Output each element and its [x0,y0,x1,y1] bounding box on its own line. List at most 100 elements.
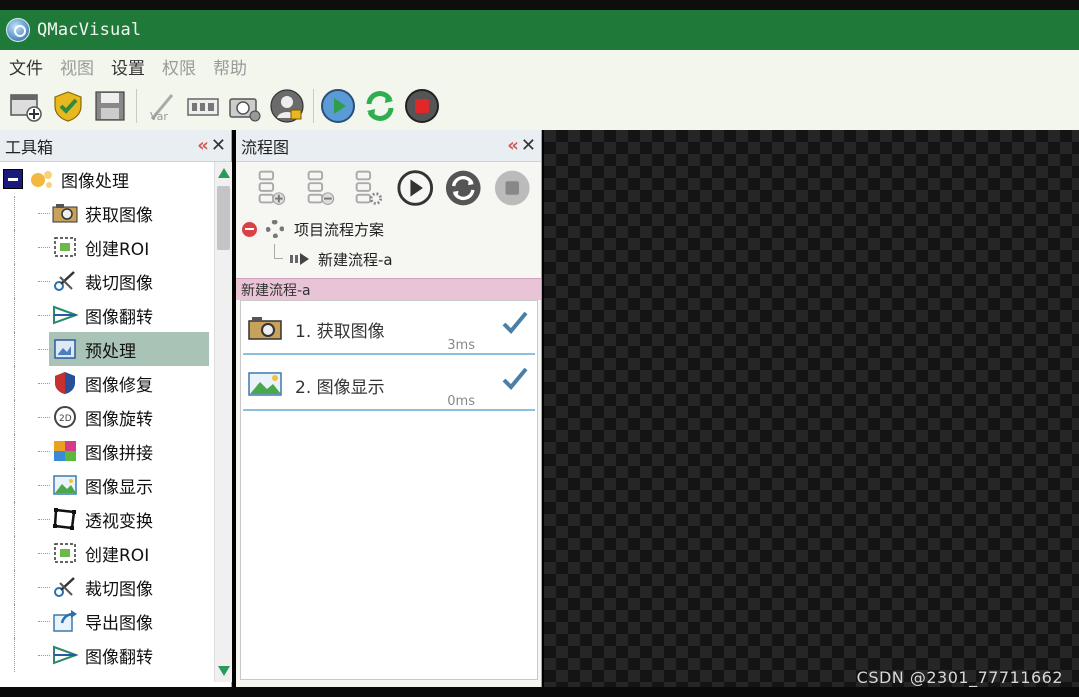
flow-step[interactable]: 2. 图像显示 0ms [243,357,535,411]
io-card-icon [187,98,219,116]
tool-item-preprocess[interactable]: 预处理 [0,332,214,366]
remove-flow-icon[interactable] [299,168,338,208]
tree-root-label: 图像处理 [61,171,129,192]
camera-settings-button[interactable] [227,86,263,126]
collapse-panel-icon[interactable]: « [197,135,208,156]
flow-step[interactable]: 1. 获取图像 3ms [243,301,535,355]
main-toolbar: Var [0,82,1079,130]
flow-header: 流程图 « ✕ [236,130,541,162]
run-once-button[interactable] [320,86,356,126]
bottom-edge [0,687,1079,697]
tool-item-crop-image-2[interactable]: 裁切图像 [0,570,214,604]
app-logo-icon [6,18,30,42]
stop-icon [405,89,439,123]
scissors-icon [54,271,75,291]
menu-settings[interactable]: 设置 [111,54,145,79]
top-edge [0,0,1079,10]
roi-icon [54,237,76,257]
toolbar-separator [136,89,137,123]
open-project-button[interactable] [50,86,86,126]
tool-item-create-roi[interactable]: 创建ROI [0,230,214,264]
check-icon [502,367,528,390]
tool-item-flip-image-2[interactable]: 图像翻转 [0,638,214,672]
project-node[interactable]: 项目流程方案 [236,214,541,244]
camera-icon [52,204,78,223]
export-icon [53,610,77,632]
collapse-node-icon[interactable] [3,169,23,189]
stop-button[interactable] [404,86,440,126]
menu-file[interactable]: 文件 [9,54,43,79]
title-bar: QMacVisual [0,10,1079,50]
image-icon [248,372,282,396]
tool-item-acquire-image[interactable]: 获取图像 [0,196,214,230]
tool-item-display-image[interactable]: 图像显示 [0,468,214,502]
app-title: QMacVisual [37,20,142,40]
menu-view[interactable]: 视图 [60,54,94,79]
user-lock-icon [270,89,304,123]
watermark: CSDN @2301_77711662 [856,668,1063,687]
variable-button[interactable]: Var [143,86,179,126]
toolbox-header: 工具箱 « ✕ [0,130,231,162]
run-loop-button[interactable] [362,86,398,126]
tool-item-export-image[interactable]: 导出图像 [0,604,214,638]
flow-settings-icon[interactable] [347,168,386,208]
close-panel-icon[interactable]: ✕ [211,135,226,156]
flow-toolbar [236,162,541,214]
shield-icon [55,372,75,394]
run-flow-icon[interactable] [396,168,435,208]
collapse-project-icon[interactable] [242,221,257,237]
open-shield-icon [54,91,82,122]
sub-flow-node[interactable]: 新建流程-a [236,244,541,274]
image-processing-icon [31,171,52,188]
svg-text:Var: Var [150,110,168,123]
tool-item-perspective-transform[interactable]: 透视变换 [0,502,214,536]
perspective-icon [53,508,76,530]
flow-step-time: 3ms [447,338,475,353]
menu-help[interactable]: 帮助 [213,54,247,79]
tree-root-image-processing[interactable]: 图像处理 [0,162,214,196]
tool-item-repair-image[interactable]: 图像修复 [0,366,214,400]
toolbox-title: 工具箱 [5,137,54,157]
close-panel-icon[interactable]: ✕ [521,135,536,156]
menu-permissions[interactable]: 权限 [162,54,196,79]
flow-step-time: 0ms [447,394,475,409]
scissors-icon [54,577,75,597]
stop-flow-icon[interactable] [493,168,532,208]
scroll-thumb[interactable] [217,186,230,250]
tool-item-flip-image[interactable]: 图像翻转 [0,298,214,332]
save-icon [95,91,125,121]
flow-title: 流程图 [241,137,290,157]
play-icon [321,89,355,123]
image-icon [53,475,77,495]
new-project-icon [10,94,42,122]
variable-icon: Var [150,94,174,123]
scroll-down-icon[interactable] [218,666,230,676]
flow-step-label: 2. 图像显示 [295,378,385,398]
tool-tree: 图像处理 获取图像 创建ROI 裁切图像 图像翻转 预处理 图像修复 2D 图像… [0,162,214,682]
tool-item-rotate-image[interactable]: 2D 图像旋转 [0,400,214,434]
add-flow-icon[interactable] [250,168,289,208]
collapse-panel-icon[interactable]: « [507,135,518,156]
image-display-canvas[interactable]: CSDN @2301_77711662 [544,130,1079,687]
user-permission-button[interactable] [269,86,305,126]
tool-item-create-roi-2[interactable]: 创建ROI [0,536,214,570]
flow-step-label: 1. 获取图像 [295,322,385,342]
toolbar-separator [313,89,314,123]
tool-item-stitch-image[interactable]: 图像拼接 [0,434,214,468]
toolbox-scrollbar[interactable] [214,162,232,682]
gear-icon [266,220,284,238]
menu-bar: 文件 视图 设置 权限 帮助 [0,50,1079,82]
new-project-button[interactable] [8,86,44,126]
flow-step-list: 1. 获取图像 3ms 2. 图像显示 0ms [240,300,538,680]
rotate-icon: 2D [54,406,76,428]
loop-icon [366,91,394,121]
project-label: 项目流程方案 [294,220,385,239]
save-button[interactable] [92,86,128,126]
flow-panel: 流程图 « ✕ 项目流程方案 新建流程-a 新建流程-a 1. 获取图像 3ms… [236,130,542,687]
tool-item-crop-image[interactable]: 裁切图像 [0,264,214,298]
flow-tab[interactable]: 新建流程-a [236,278,541,300]
scroll-up-icon[interactable] [218,168,230,178]
io-card-button[interactable] [185,86,221,126]
flip-icon [53,305,78,325]
loop-flow-icon[interactable] [444,168,483,208]
